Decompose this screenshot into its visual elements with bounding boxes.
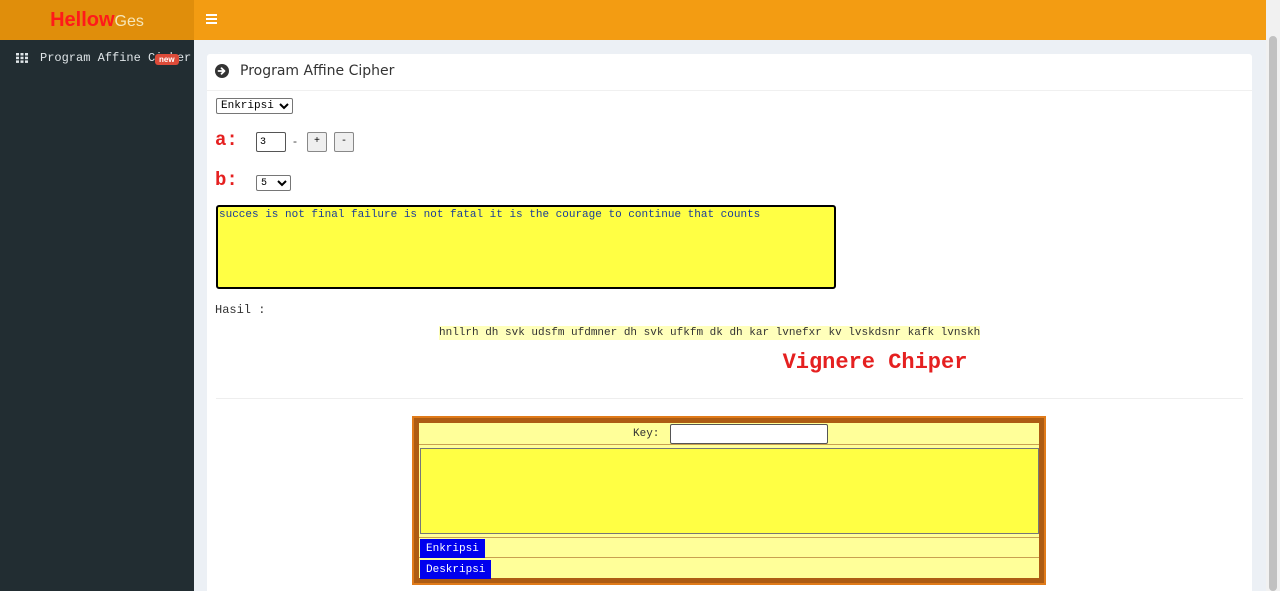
page-scrollbar[interactable] — [1266, 0, 1280, 591]
sidebar: Program Affine Cipher new — [0, 40, 194, 591]
decrypt-row: Deskripsi — [419, 559, 1039, 580]
sidebar-item-affine-cipher[interactable]: Program Affine Cipher new — [0, 46, 194, 70]
encrypt-row: Enkripsi — [419, 537, 1039, 558]
encrypt-button[interactable]: Enkripsi — [420, 539, 485, 558]
decrypt-button[interactable]: Deskripsi — [420, 560, 492, 579]
vigenere-title: Vignere Chiper — [782, 350, 968, 375]
page-title: Program Affine Cipher — [240, 63, 395, 79]
vigenere-text-input[interactable] — [420, 448, 1039, 534]
circle-arrow-right-icon — [215, 64, 229, 78]
scrollbar-thumb[interactable] — [1269, 36, 1277, 591]
key-row: Key: — [419, 423, 1039, 445]
brand-name-secondary: Ges — [114, 13, 144, 30]
decrement-a-button[interactable]: - — [334, 132, 354, 152]
b-value-select[interactable]: 5 — [256, 175, 291, 191]
top-navbar — [194, 0, 1266, 40]
plaintext-input[interactable]: succes is not final failure is not fatal… — [216, 205, 836, 289]
vigenere-panel: Key: Enkripsi Deskripsi — [412, 416, 1046, 585]
key-label: Key: — [633, 428, 660, 440]
increment-a-button[interactable]: + — [307, 132, 327, 152]
result-label: Hasil : — [215, 303, 266, 317]
box-header: Program Affine Cipher — [207, 54, 1252, 91]
new-badge: new — [155, 54, 179, 65]
brand-name-primary: Hellow — [50, 9, 115, 31]
result-value: hnllrh dh svk udsfm ufdmner dh svk ufkfm… — [439, 326, 981, 340]
a-value-input[interactable] — [256, 132, 286, 152]
vigenere-title-container: Vignere Chiper — [0, 350, 1266, 375]
divider — [216, 398, 1243, 399]
a-label: a: — [215, 129, 238, 151]
brand-logo[interactable]: HellowGes — [0, 0, 194, 40]
vigenere-panel-inner: Key: Enkripsi Deskripsi — [419, 423, 1039, 580]
key-input[interactable] — [670, 424, 828, 444]
hamburger-menu-icon[interactable] — [206, 14, 217, 24]
b-label: b: — [215, 169, 238, 191]
grid-icon — [16, 53, 28, 63]
a-separator: - — [293, 134, 297, 148]
mode-select[interactable]: Enkripsi — [216, 98, 293, 114]
